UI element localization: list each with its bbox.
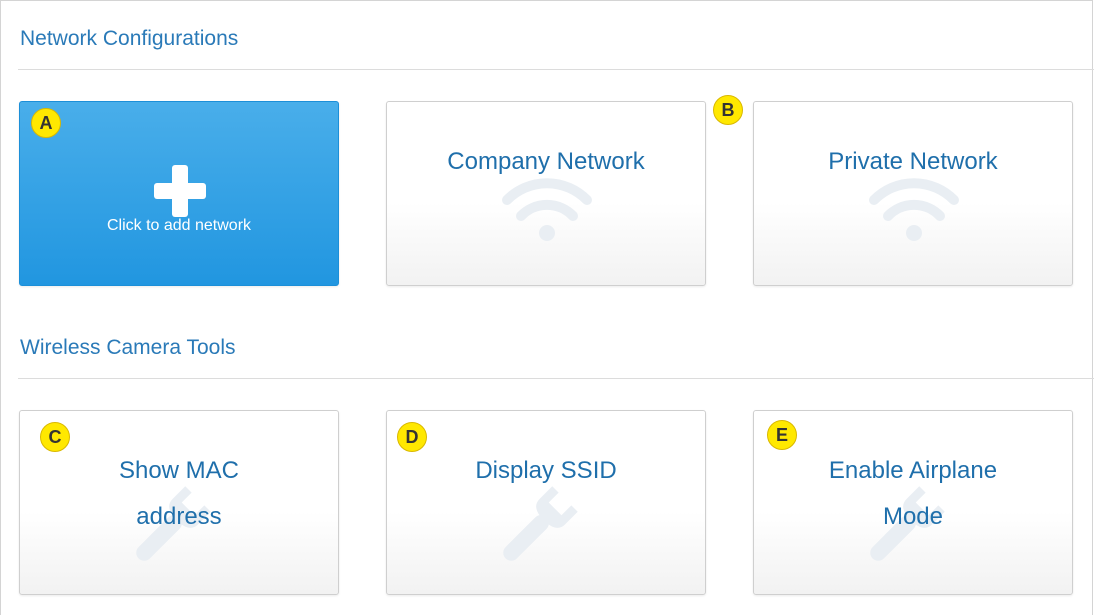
display-ssid-label: Display SSID xyxy=(475,457,617,484)
wrench-icon xyxy=(503,486,578,561)
wifi-icon xyxy=(502,178,592,241)
company-network-tile[interactable]: Company Network xyxy=(386,101,706,286)
callout-badge-c: C xyxy=(40,422,70,452)
callout-badge-a: A xyxy=(31,108,61,138)
wireless-camera-tools-title: Wireless Camera Tools xyxy=(20,336,236,359)
display-ssid-tile[interactable]: Display SSID xyxy=(386,410,706,595)
enable-airplane-mode-tile[interactable]: Enable Airplane Mode xyxy=(753,410,1073,595)
section-divider xyxy=(18,378,1094,379)
show-mac-address-line1: Show MAC xyxy=(118,457,240,484)
callout-badge-d: D xyxy=(397,422,427,452)
company-network-label: Company Network xyxy=(447,148,645,175)
network-configurations-title: Network Configurations xyxy=(20,27,239,50)
plus-icon xyxy=(154,165,206,217)
wifi-icon xyxy=(869,178,959,241)
callout-badge-b: B xyxy=(713,95,743,125)
private-network-label: Private Network xyxy=(828,148,998,175)
section-divider xyxy=(18,69,1094,70)
callout-badge-e: E xyxy=(767,420,797,450)
add-network-label: Click to add network xyxy=(106,217,252,234)
private-network-tile[interactable]: Private Network xyxy=(753,101,1073,286)
enable-airplane-mode-line1: Enable Airplane xyxy=(828,457,998,484)
enable-airplane-mode-line2: Mode xyxy=(882,503,944,530)
show-mac-address-line2: address xyxy=(136,503,222,530)
add-network-tile[interactable]: Click to add network xyxy=(19,101,339,286)
